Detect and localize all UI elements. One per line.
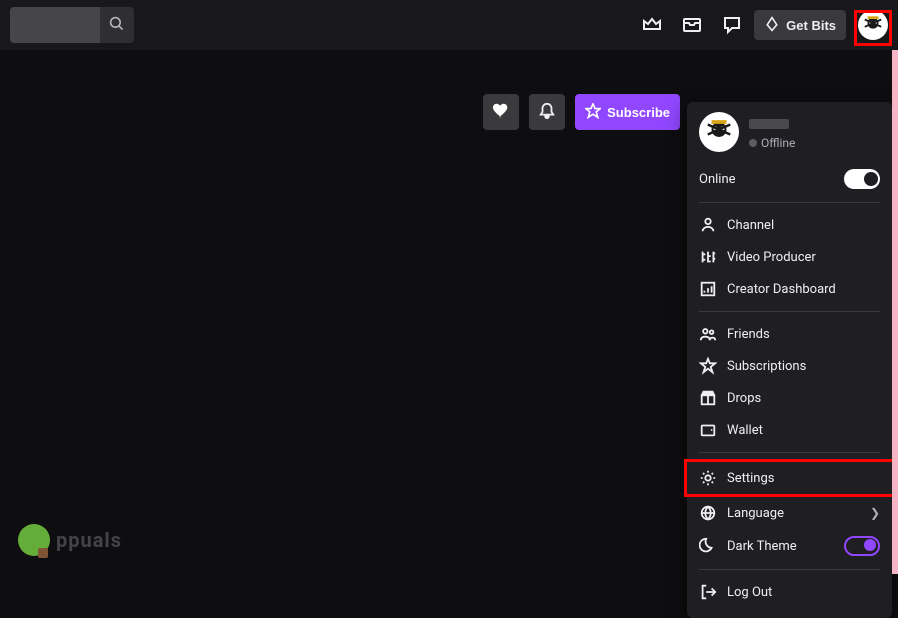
- drops-label: Drops: [727, 391, 761, 406]
- video-producer-icon: [699, 248, 717, 266]
- search-button[interactable]: [100, 7, 134, 43]
- search-input[interactable]: [10, 7, 100, 43]
- channel-icon: [699, 216, 717, 234]
- get-bits-label: Get Bits: [786, 18, 836, 33]
- divider: [699, 311, 880, 312]
- subscriptions-label: Subscriptions: [727, 359, 806, 374]
- skull-avatar-icon: [704, 117, 734, 147]
- settings-label: Settings: [727, 471, 774, 486]
- channel-label: Channel: [727, 218, 774, 233]
- gear-icon: [699, 469, 717, 487]
- star-icon: [699, 357, 717, 375]
- online-toggle[interactable]: [844, 169, 880, 189]
- menu-avatar: [699, 112, 739, 152]
- search-container: [10, 7, 134, 43]
- whispers-icon[interactable]: [722, 15, 742, 35]
- watermark: ppuals: [18, 524, 122, 556]
- menu-item-log-out[interactable]: Log Out: [687, 576, 892, 608]
- dashboard-icon: [699, 280, 717, 298]
- menu-item-dark-theme: Dark Theme: [687, 529, 892, 563]
- divider: [699, 452, 880, 453]
- channel-action-row: Subscribe: [483, 94, 680, 130]
- menu-status: Offline: [749, 136, 880, 150]
- wallet-label: Wallet: [727, 423, 763, 438]
- prime-loot-icon[interactable]: [642, 15, 662, 35]
- dark-theme-label: Dark Theme: [727, 539, 834, 554]
- online-toggle-row: Online: [687, 162, 892, 196]
- watermark-text: ppuals: [56, 528, 122, 552]
- menu-item-settings[interactable]: Settings: [684, 459, 895, 497]
- right-edge-decoration: [892, 50, 898, 574]
- globe-icon: [699, 504, 717, 522]
- menu-username: [749, 119, 789, 129]
- menu-item-creator-dashboard[interactable]: Creator Dashboard: [687, 273, 892, 305]
- user-avatar-button[interactable]: [858, 10, 888, 40]
- friends-icon: [699, 325, 717, 343]
- language-label: Language: [727, 506, 784, 521]
- menu-item-channel[interactable]: Channel: [687, 209, 892, 241]
- skull-avatar-icon: [862, 14, 884, 36]
- menu-item-wallet[interactable]: Wallet: [687, 414, 892, 446]
- get-bits-button[interactable]: Get Bits: [754, 10, 846, 40]
- subscribe-label: Subscribe: [607, 105, 670, 120]
- logout-icon: [699, 583, 717, 601]
- search-icon: [109, 16, 125, 35]
- heart-icon: [492, 102, 510, 123]
- top-navigation-bar: Get Bits: [0, 0, 898, 50]
- log-out-label: Log Out: [727, 585, 772, 600]
- friends-label: Friends: [727, 327, 770, 342]
- menu-item-friends[interactable]: Friends: [687, 318, 892, 350]
- drops-icon: [699, 389, 717, 407]
- menu-item-video-producer[interactable]: Video Producer: [687, 241, 892, 273]
- watermark-logo-icon: [18, 524, 50, 556]
- status-dot-icon: [749, 139, 757, 147]
- chevron-right-icon: ❯: [870, 506, 880, 520]
- wallet-icon: [699, 421, 717, 439]
- menu-header: Offline: [687, 112, 892, 162]
- dark-theme-toggle[interactable]: [844, 536, 880, 556]
- notifications-button[interactable]: [529, 94, 565, 130]
- menu-item-drops[interactable]: Drops: [687, 382, 892, 414]
- online-label: Online: [699, 172, 834, 187]
- top-icon-group: [642, 15, 742, 35]
- divider: [699, 569, 880, 570]
- status-label: Offline: [761, 136, 795, 150]
- inbox-icon[interactable]: [682, 15, 702, 35]
- moon-icon: [699, 537, 717, 555]
- menu-item-language[interactable]: Language ❯: [687, 497, 892, 529]
- follow-button[interactable]: [483, 94, 519, 130]
- bits-icon: [764, 16, 780, 35]
- video-producer-label: Video Producer: [727, 250, 816, 265]
- bell-icon: [538, 102, 556, 123]
- divider: [699, 202, 880, 203]
- star-icon: [585, 103, 601, 122]
- menu-item-subscriptions[interactable]: Subscriptions: [687, 350, 892, 382]
- user-dropdown-menu: Offline Online Channel Video Producer: [687, 102, 892, 618]
- subscribe-button[interactable]: Subscribe: [575, 94, 680, 130]
- creator-dashboard-label: Creator Dashboard: [727, 282, 836, 297]
